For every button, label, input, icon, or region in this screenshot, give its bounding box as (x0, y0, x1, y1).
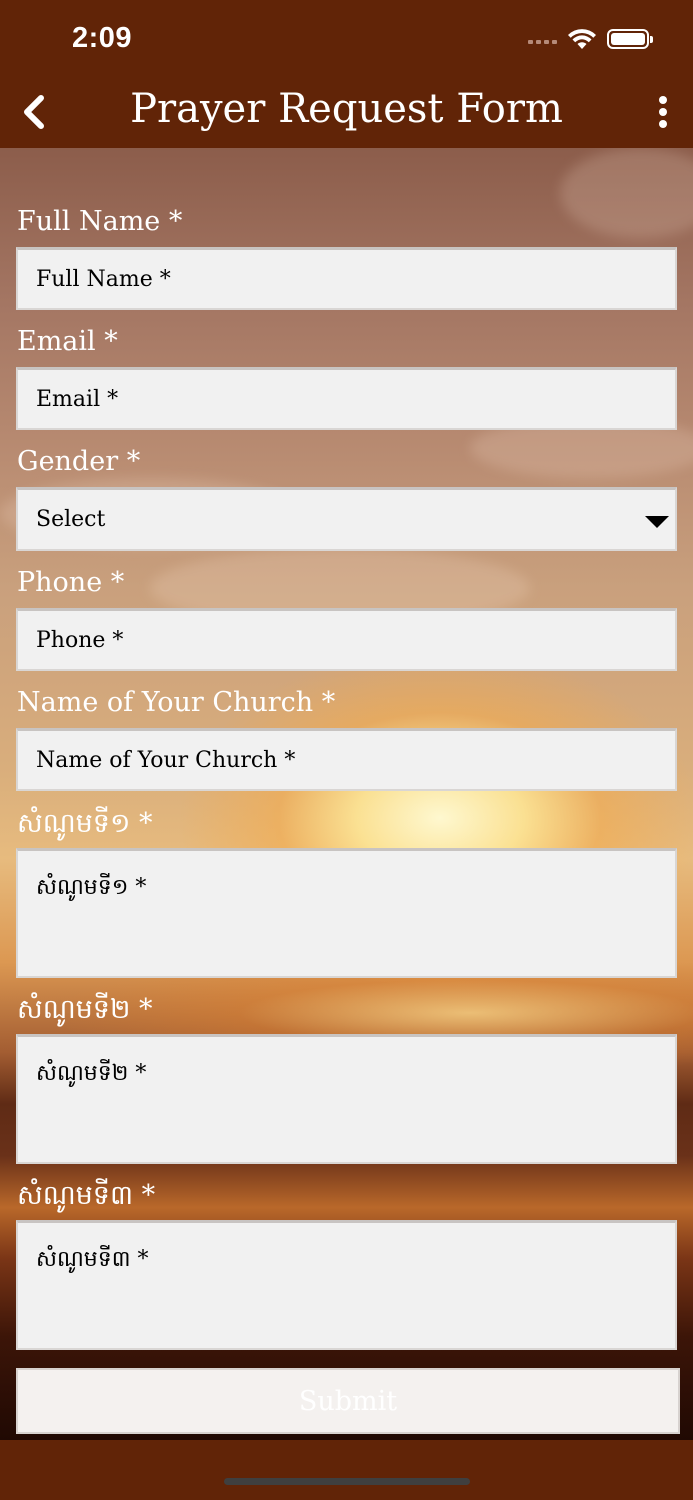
request3-label: សំណូមទី៣ * (17, 1180, 156, 1211)
full-name-input[interactable]: Full Name * (16, 247, 677, 310)
submit-button[interactable]: Submit (16, 1368, 680, 1434)
home-indicator[interactable] (224, 1478, 470, 1485)
gender-select[interactable]: Select (16, 487, 677, 551)
caret-down-icon (645, 516, 669, 528)
form-content: Full Name * Full Name * Email * Email * … (0, 148, 693, 1440)
request1-label: សំណូមទី១ * (17, 808, 153, 839)
email-label: Email * (17, 326, 118, 357)
gender-label: Gender * (17, 446, 141, 477)
church-input[interactable]: Name of Your Church * (16, 728, 677, 791)
nav-bar: Prayer Request Form (0, 78, 693, 148)
more-vertical-icon (659, 96, 667, 104)
church-label: Name of Your Church * (17, 687, 336, 718)
more-options-button[interactable] (651, 92, 675, 132)
wifi-icon (568, 29, 596, 49)
gender-select-value: Select (36, 507, 106, 532)
phone-label: Phone * (17, 567, 125, 598)
home-area (0, 1440, 693, 1500)
request3-textarea[interactable]: សំណូមទី៣ * (16, 1220, 677, 1350)
status-time: 2:09 (72, 22, 133, 54)
page-title: Prayer Request Form (130, 86, 563, 132)
request1-textarea[interactable]: សំណូមទី១ * (16, 848, 677, 978)
status-icons (528, 26, 653, 52)
phone-input[interactable]: Phone * (16, 608, 677, 671)
battery-icon (607, 29, 653, 49)
request2-label: សំណូមទី២ * (17, 994, 153, 1025)
signal-icon (528, 34, 557, 44)
request2-textarea[interactable]: សំណូមទី២ * (16, 1034, 677, 1164)
status-bar: 2:09 (0, 0, 693, 78)
email-input[interactable]: Email * (16, 367, 677, 430)
full-name-label: Full Name * (17, 206, 183, 237)
